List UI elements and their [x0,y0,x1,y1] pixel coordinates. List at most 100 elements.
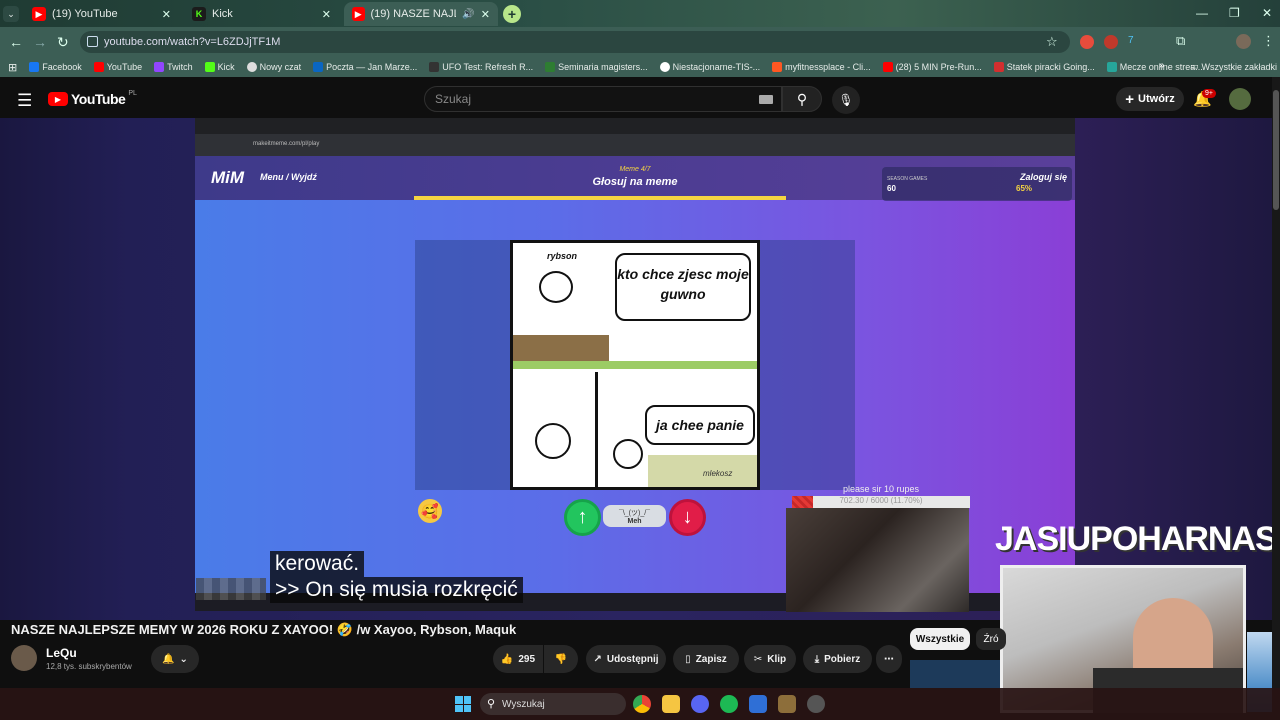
ufo-icon [429,62,440,72]
address-bar[interactable]: youtube.com/watch?v=L6ZDJjTF1M [80,31,1070,53]
chip-all[interactable]: Wszystkie [910,628,970,650]
bookmark-item[interactable]: Nowy czat [246,62,301,72]
search-input[interactable]: Szukaj [424,86,782,112]
caption-line: kerować. [270,551,365,577]
speaker-icon[interactable]: 🔊 [462,9,474,20]
search-icon: ⚲ [796,90,808,107]
bookmark-item[interactable]: Mecze online strea... [1106,62,1203,72]
avatar[interactable] [1229,88,1251,110]
windows-start-icon[interactable] [455,696,471,712]
search-button[interactable]: ⚲ [782,86,822,112]
profile-avatar[interactable] [1236,34,1251,49]
arrow-up-icon: ↑ [577,506,588,528]
reload-icon[interactable]: ↻ [57,34,69,51]
bookmark-item[interactable]: myfitnessplace - Cli... [772,62,871,72]
like-button[interactable]: 👍 295 [493,645,543,673]
maximize-button[interactable]: ❐ [1229,6,1240,20]
chip-source[interactable]: Źró [976,628,1006,650]
stream-url: makeitmeme.com/pl/play [253,141,320,147]
spotify-icon[interactable] [720,695,738,713]
clip-button[interactable]: ✂ Klip [744,645,796,673]
close-icon[interactable]: ✕ [162,8,171,21]
menu-kebab-icon[interactable]: ⋮ [1262,33,1275,49]
close-window-button[interactable]: ✕ [1262,6,1272,20]
round-progress-bar [414,196,786,200]
keyboard-icon[interactable] [759,94,773,104]
site-info-icon[interactable] [87,36,98,47]
forward-icon[interactable]: → [33,34,47,50]
all-bookmarks-button[interactable]: ▭ Wszystkie zakładki [1190,61,1277,72]
recommended-thumbnail[interactable] [910,660,1000,688]
twitch-icon [154,62,165,72]
new-tab-button[interactable]: + [503,5,521,23]
bookmark-item[interactable]: Twitch [154,62,193,72]
windows-search-input[interactable]: Wyszukaj [480,693,626,715]
apps-grid-icon[interactable]: ⊞ [8,61,17,74]
start-tile [463,696,471,704]
tab-title: (19) YouTube [52,8,118,20]
bookmark-item[interactable]: Facebook [29,62,82,72]
tab-search-button[interactable]: ⌄ [3,6,19,22]
chevron-right-icon[interactable]: » [1159,60,1165,71]
tab-kick[interactable]: K Kick ✕ [184,2,339,26]
file-explorer-icon[interactable] [662,695,680,713]
bookmark-item[interactable]: Statek piracki Going... [993,62,1095,72]
subscribe-bell-button[interactable]: 🔔 ⌄ [151,645,199,673]
more-actions-button[interactable]: ⋯ [876,645,902,673]
meh-label: Meh [627,517,642,525]
emoji-reaction-icon[interactable]: 🥰 [418,499,442,523]
video-title: NASZE NAJLEPSZE MEMY W 2026 ROKU Z XAYOO… [11,622,517,637]
extension-icon[interactable] [1080,35,1094,49]
bookmark-item[interactable]: YouTube [93,62,142,72]
bookmark-item[interactable]: Kick [204,62,235,72]
meme-tag: rybson [547,251,578,261]
upvote-button[interactable]: ↑ [564,499,601,536]
bookmark-label: Niestacjonarne-TIS-... [672,62,761,72]
download-button[interactable]: ⤓ Pobierz [803,645,872,673]
scrollbar-thumb[interactable] [1273,90,1279,210]
app-icon[interactable] [749,695,767,713]
back-icon[interactable]: ← [9,34,23,50]
bookmark-item[interactable]: UFO Test: Refresh R... [429,62,533,72]
bookmark-item[interactable]: Niestacjonarne-TIS-... [659,62,761,72]
chip-label: Źró [983,633,999,645]
bookmark-item[interactable]: Seminaria magisters... [545,62,648,72]
bookmark-item[interactable]: (28) 5 MIN Pre-Run... [882,62,982,72]
downvote-button[interactable]: ↓ [669,499,706,536]
wow-icon[interactable] [778,695,796,713]
channel-name[interactable]: LeQu [46,646,77,660]
bookmark-star-icon[interactable]: ☆ [1046,34,1058,50]
game-logo: MiM [211,168,245,187]
meh-button[interactable]: ¯\_(ツ)_/¯ Meh [603,505,666,527]
save-button[interactable]: ▯ Zapisz [673,645,739,673]
bookmark-label: Seminaria magisters... [558,62,648,72]
dislike-button[interactable]: 👎 [544,645,578,673]
bookmark-item[interactable]: Poczta — Jan Marze... [313,62,417,72]
obs-icon[interactable] [807,695,825,713]
minimize-button[interactable]: — [1196,6,1208,20]
create-label: Utwórz [1138,93,1175,105]
hamburger-menu-icon[interactable]: ☰ [17,91,32,111]
extension-icon[interactable]: 7 [1128,35,1134,46]
youtube-icon: ▶ [32,7,46,21]
youtube-logo[interactable]: ▶ YouTube PL [48,90,137,107]
extensions-puzzle-icon[interactable]: ⧉ [1176,33,1185,49]
winrate-value: 65% [1016,184,1033,193]
thumbs-down-icon: 👎 [554,653,568,665]
chevron-down-icon: ⌄ [179,653,188,665]
voice-search-button[interactable]: 🎙 [832,86,860,114]
close-icon[interactable]: ✕ [322,8,331,21]
arrow-down-icon: ↓ [682,506,693,528]
channel-avatar[interactable] [11,645,37,671]
tab-active-video[interactable]: ▶ (19) NASZE NAJLEPSZE MEM 🔊 ✕ [344,2,498,26]
facebook-icon [29,62,40,72]
discord-icon[interactable] [691,695,709,713]
close-icon[interactable]: ✕ [481,8,490,21]
tab-youtube[interactable]: ▶ (19) YouTube ✕ [24,2,179,26]
extension-icon[interactable] [1104,35,1118,49]
chrome-icon[interactable] [633,695,651,713]
share-button[interactable]: ↗ Udostępnij [586,645,666,673]
notification-badge: 9+ [1202,89,1216,98]
start-tile [463,704,471,712]
create-button[interactable]: + Utwórz [1116,87,1184,111]
